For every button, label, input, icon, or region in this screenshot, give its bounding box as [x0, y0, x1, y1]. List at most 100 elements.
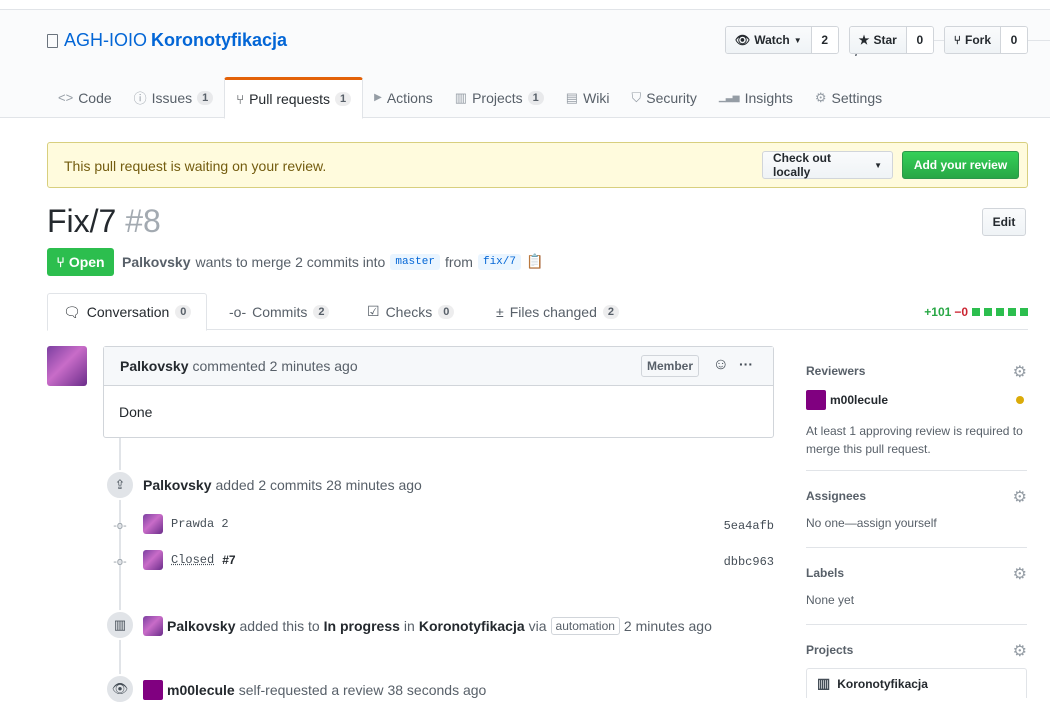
star-count[interactable]: 0 [906, 27, 933, 53]
edit-button[interactable]: Edit [982, 208, 1026, 236]
event-text: in [403, 618, 415, 634]
event-author-link[interactable]: Palkovsky [143, 477, 212, 493]
tab-code[interactable]: <> Code [47, 77, 123, 118]
base-branch[interactable]: master [390, 253, 440, 270]
star-button[interactable]: ★ Star [849, 27, 907, 53]
assignees-heading: Assignees [806, 489, 867, 503]
commit-sha[interactable]: 5ea4afb [724, 519, 774, 533]
diffstat[interactable]: +101 −0 [924, 305, 1028, 319]
gear-icon[interactable]: ⚙ [1013, 487, 1027, 507]
merge-text: wants to merge 2 commits into [195, 253, 386, 270]
code-icon: <> [58, 90, 74, 105]
divider [806, 547, 1027, 548]
tab-insights[interactable]: ▁▃▅ Insights [708, 77, 804, 118]
head-branch[interactable]: fix/7 [477, 253, 521, 270]
project-link[interactable]: Koronotyfikacja [419, 618, 525, 634]
additions-count: +101 [924, 305, 952, 319]
tab-projects[interactable]: ▥ Projects 1 [444, 77, 555, 118]
labels-value: None yet [806, 593, 855, 607]
pr-author-link[interactable]: Palkovsky [122, 254, 191, 270]
add-review-button[interactable]: Add your review [902, 151, 1019, 179]
commit-dot-icon: -o- [113, 556, 127, 568]
caret-down-icon: ▼ [793, 35, 802, 45]
tab-pull-requests[interactable]: ⑂ Pull requests 1 [224, 77, 364, 119]
commit-message-link[interactable]: Prawda 2 [171, 517, 229, 531]
event-time[interactable]: 2 minutes ago [624, 618, 712, 634]
fork-button-group: ⑂ Fork 0 [943, 26, 1028, 54]
avatar[interactable] [143, 680, 163, 700]
reviewer-row: m00lecule [806, 390, 1027, 410]
event-time[interactable]: 28 minutes ago [326, 477, 422, 493]
issues-counter: 1 [197, 90, 214, 105]
repo-title: AGH-IOIO / Koronotyfikacja [47, 30, 1050, 60]
commit-message-link[interactable]: Closed [171, 553, 214, 567]
comment-action: commented [192, 358, 266, 374]
gear-icon[interactable]: ⚙ [1013, 564, 1027, 584]
project-column: In progress [323, 618, 400, 634]
repo-name-link[interactable]: Koronotyfikacja [151, 30, 287, 51]
avatar[interactable] [47, 346, 87, 386]
comment-time[interactable]: 2 minutes ago [270, 358, 358, 374]
more-options-icon[interactable]: ··· [739, 356, 753, 372]
reviewers-heading: Reviewers [806, 364, 866, 378]
commit-sha[interactable]: dbbc963 [724, 555, 774, 569]
watch-count[interactable]: 2 [811, 27, 838, 53]
sidebar-reviewers: Reviewers ⚙ m00lecule At least 1 approvi… [806, 364, 1027, 458]
tab-security[interactable]: ⛉ Security [621, 77, 708, 118]
commit-row: Closed #7 [143, 550, 236, 570]
caret-down-icon: ▼ [874, 160, 882, 170]
tab-settings[interactable]: ⚙ Settings [804, 77, 893, 118]
pull-request-icon: ⑂ [236, 91, 245, 107]
file-diff-icon: ± [496, 303, 504, 320]
tab-commits[interactable]: -o- Commits 2 [229, 293, 330, 330]
tab-issues[interactable]: ⓘ Issues 1 [123, 77, 225, 118]
fork-count[interactable]: 0 [1001, 27, 1027, 53]
assign-yourself-link[interactable]: No one—assign yourself [806, 516, 1027, 530]
project-added-event: Palkovsky added this to In progress in K… [143, 616, 712, 636]
pull-requests-counter: 1 [335, 92, 352, 106]
avatar[interactable] [143, 616, 163, 636]
watch-button-group: 👁 Watch ▼ 2 [724, 26, 839, 54]
reviewer-name-link[interactable]: m00lecule [830, 393, 888, 407]
reaction-icon[interactable]: ☺ [713, 356, 729, 374]
avatar[interactable] [806, 390, 826, 410]
event-author-link[interactable]: Palkovsky [167, 618, 236, 634]
sidebar-assignees: Assignees ⚙ No one—assign yourself [806, 489, 1027, 530]
sidebar-projects: Projects ⚙ [806, 643, 1027, 660]
tab-files-changed[interactable]: ± Files changed 2 [496, 293, 619, 330]
eye-icon: 👁 [105, 674, 135, 704]
check-out-locally-button[interactable]: Check out locally ▼ [762, 151, 893, 179]
divider [806, 470, 1027, 471]
gear-icon[interactable]: ⚙ [1013, 362, 1027, 382]
reviewers-note: At least 1 approving review is required … [806, 424, 1023, 456]
gear-icon: ⚙ [814, 89, 827, 105]
pull-request-icon: ⑂ [56, 254, 65, 270]
repo-actions: 👁 Watch ▼ 2 ★ Star 0 ⑂ Fork 0 [724, 26, 1028, 54]
event-time[interactable]: 38 seconds ago [387, 682, 486, 698]
comment-author-link[interactable]: Palkovsky [120, 358, 189, 374]
tab-actions[interactable]: ▶ Actions [363, 77, 444, 118]
project-card[interactable]: ▥ Koronotyfikacja [806, 668, 1027, 698]
commit-dot-icon: -o- [113, 520, 127, 532]
repo-push-icon: ⇪ [105, 470, 135, 500]
avatar[interactable] [143, 550, 163, 570]
repo-owner-link[interactable]: AGH-IOIO [64, 30, 147, 51]
clipboard-icon[interactable]: 📋 [526, 253, 543, 270]
deletions-count: −0 [954, 305, 968, 319]
project-name: Koronotyfikacja [837, 676, 928, 691]
tab-checks[interactable]: ☑ Checks 0 [367, 293, 455, 330]
tab-conversation[interactable]: 🗨 Conversation 0 [47, 293, 208, 331]
watch-button[interactable]: 👁 Watch ▼ [725, 27, 812, 53]
shield-icon: ⛉ [631, 89, 642, 105]
tab-wiki[interactable]: ▤ Wiki [555, 77, 621, 118]
pr-title: Fix/7 [47, 203, 117, 239]
eye-icon: 👁 [734, 33, 751, 47]
avatar[interactable] [143, 514, 163, 534]
event-author-link[interactable]: m00lecule [167, 682, 235, 698]
project-icon: ▥ [105, 610, 135, 640]
gear-icon[interactable]: ⚙ [1013, 641, 1027, 661]
event-text: via [528, 618, 547, 634]
fork-button[interactable]: ⑂ Fork [944, 27, 1001, 53]
issue-ref-link[interactable]: #7 [222, 553, 235, 567]
member-badge: Member [640, 355, 699, 377]
